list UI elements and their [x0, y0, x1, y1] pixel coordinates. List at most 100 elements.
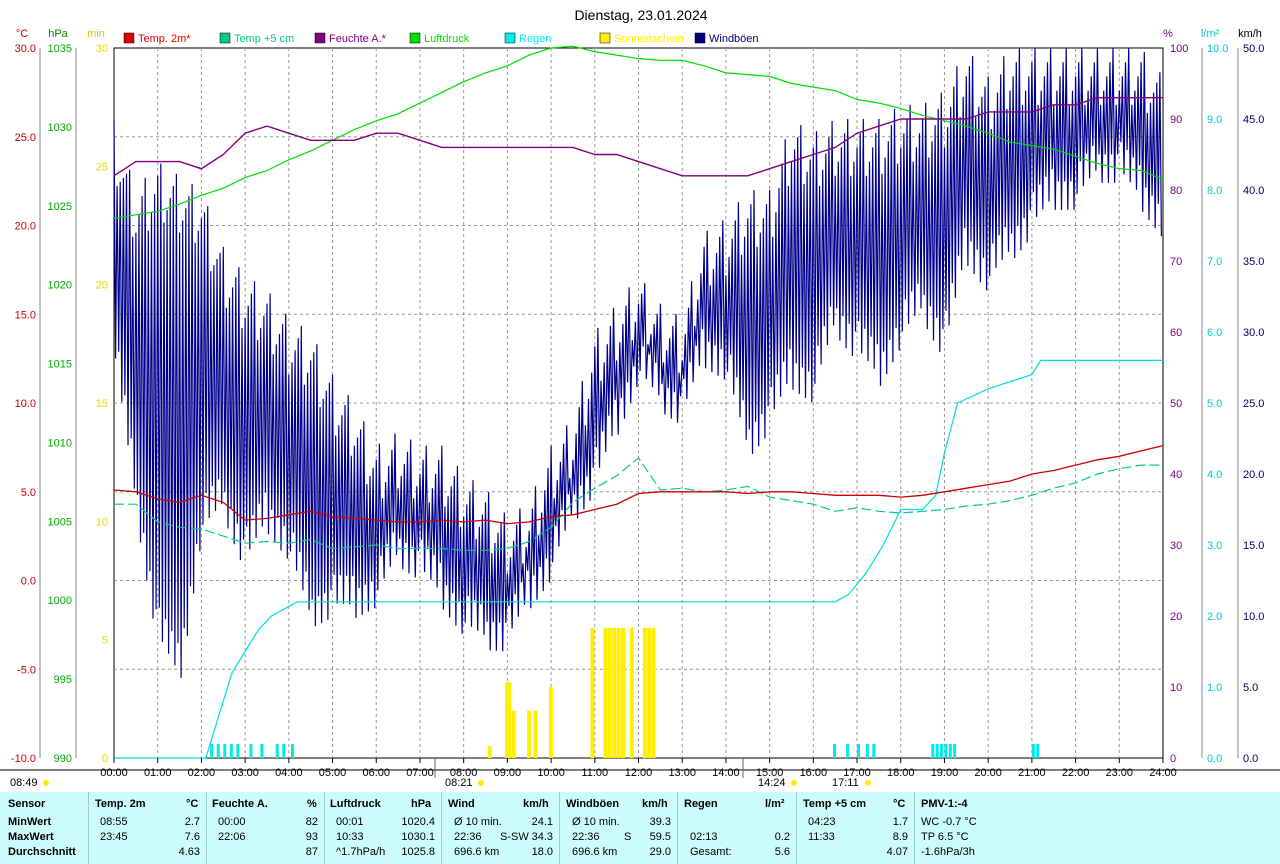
summary-cell-t5_time: 11:33 [808, 831, 835, 843]
rain-tick [865, 744, 869, 758]
summary-cell-pmv: -1.6hPa/3h [921, 846, 975, 858]
y-tick-min: 0 [102, 753, 108, 765]
hdr-druck-unit: hPa [411, 798, 432, 810]
y-tick-rain: 0.0 [1207, 753, 1222, 765]
hdr-wind-unit: km/h [523, 798, 549, 810]
x-tick-label: 11:00 [581, 767, 608, 779]
rain-tick [935, 744, 939, 758]
x-tick-label: 19:00 [931, 767, 959, 779]
sunshine-bar [647, 627, 652, 758]
summary-cell-t5_val: 1.7 [892, 816, 908, 828]
summary-cell-t5_time: 04:23 [808, 816, 836, 828]
sun-mark-icon [478, 780, 484, 786]
rain-tick [953, 744, 957, 758]
summary-cell-d_val: 1025.8 [401, 846, 435, 858]
hdr-wind: Wind [448, 798, 475, 810]
legend-label: Regen [519, 33, 551, 45]
summary-cell-f_time: 00:00 [218, 816, 246, 828]
hdr-pmv: PMV-1:-4 [921, 798, 968, 810]
summary-cell-pmv: WC -0.7 °C [921, 816, 977, 828]
y-tick-pct: 90 [1170, 114, 1182, 126]
y-tick-rain: 9.0 [1207, 114, 1222, 126]
summary-cell-b_val: 29.0 [649, 846, 671, 858]
legend-swatch [694, 32, 706, 44]
x-tick-label: 18:00 [887, 767, 915, 779]
hdr-boeen-unit: km/h [642, 798, 668, 810]
unit-rain: l/m² [1201, 28, 1220, 40]
x-tick-label: 14:00 [712, 767, 740, 779]
summary-cell-w_val: 34.3 [531, 831, 553, 843]
sun-mark-label: 14:24 [758, 777, 786, 789]
x-tick-label: 16:00 [800, 767, 828, 779]
y-tick-temp: 20.0 [15, 221, 36, 233]
y-tick-kmh: 10.0 [1243, 611, 1264, 623]
summary-cell-r_val: 5.6 [774, 846, 790, 858]
sunshine-bar [548, 687, 553, 758]
y-tick-pct: 80 [1170, 185, 1182, 197]
x-tick-label: 09:00 [494, 767, 522, 779]
y-tick-hpa: 1025 [48, 201, 72, 213]
summary-cell-t2_time: 23:45 [100, 831, 128, 843]
summary-cell-d_time: ^1.7hPa/h [336, 846, 386, 858]
rain-tick [216, 744, 220, 758]
y-tick-kmh: 50.0 [1243, 43, 1264, 55]
summary-cell-pmv: TP 6.5 °C [921, 831, 969, 843]
chart-title: Dienstag, 23.01.2024 [574, 7, 707, 23]
hdr-temp2m-unit: °C [186, 798, 199, 810]
x-tick-label: 23:00 [1106, 767, 1134, 779]
rain-tick [1036, 744, 1040, 758]
x-tick-label: 13:00 [668, 767, 696, 779]
y-tick-kmh: 40.0 [1243, 185, 1264, 197]
rain-tick [944, 744, 948, 758]
y-tick-hpa: 1015 [48, 359, 72, 371]
y-tick-rain: 3.0 [1207, 540, 1222, 552]
y-tick-pct: 10 [1170, 682, 1182, 694]
legend-label: Luftdruck [424, 33, 470, 45]
sun-mark-icon [791, 780, 797, 786]
y-tick-temp: 30.0 [15, 43, 36, 55]
y-tick-kmh: 45.0 [1243, 114, 1264, 126]
rain-tick [1031, 744, 1035, 758]
summary-cell-f_val: 82 [305, 816, 318, 828]
summary-cell-w_a: Ø 10 min. [454, 816, 502, 828]
summary-cell-d_time: 10:33 [336, 831, 364, 843]
legend-swatch [409, 32, 421, 44]
hdr-sensor: Sensor [8, 798, 46, 810]
sun-event-markers: 08:49 08:21 14:24 17:11 [10, 758, 871, 789]
y-tick-hpa: 990 [54, 753, 72, 765]
y-tick-pct: 30 [1170, 540, 1182, 552]
summary-cell-w_a: 22:36 [454, 831, 482, 843]
sunshine-bar [533, 710, 538, 758]
y-tick-rain: 1.0 [1207, 682, 1222, 694]
y-tick-pct: 40 [1170, 469, 1182, 481]
hdr-feuchte-unit: % [307, 798, 317, 810]
rain-tick [833, 744, 837, 758]
y-tick-temp: 0.0 [21, 576, 36, 588]
hdr-regen: Regen [684, 798, 718, 810]
rain-tick [249, 744, 253, 758]
rain-tick [229, 744, 233, 758]
sun-mark-label: 08:49 [10, 777, 38, 789]
hdr-boeen: Windböen [566, 798, 620, 810]
y-tick-min: 20 [96, 280, 108, 292]
y-tick-pct: 0 [1170, 753, 1176, 765]
hdr-regen-unit: l/m² [765, 798, 785, 810]
summary-table: Sensor Temp. 2m °C Feuchte A. % Luftdruc… [0, 792, 1280, 864]
legend-swatch [599, 32, 611, 44]
rain-tick [260, 744, 264, 758]
summary-cell-b_a: 696.6 km [572, 846, 618, 858]
unit-temp: °C [16, 28, 28, 40]
rain-tick [948, 744, 952, 758]
y-tick-min: 5 [102, 635, 108, 647]
x-tick-label: 06:00 [362, 767, 390, 779]
summary-cell-r_time: Gesamt: [690, 846, 732, 858]
y-tick-kmh: 30.0 [1243, 327, 1264, 339]
summary-cell-t5_val: 4.07 [886, 846, 908, 858]
x-tick-label: 07:00 [406, 767, 434, 779]
summary-cell-label: MaxWert [8, 831, 54, 843]
weather-chart: 00:00 01:00 02:00 03:00 04:00 05:00 06:00 07:00… [0, 7, 1280, 789]
legend-label: Windböen [709, 33, 759, 45]
x-tick-label: 12:00 [625, 767, 653, 779]
y-tick-hpa: 1005 [48, 516, 72, 528]
y-tick-kmh: 25.0 [1243, 398, 1264, 410]
